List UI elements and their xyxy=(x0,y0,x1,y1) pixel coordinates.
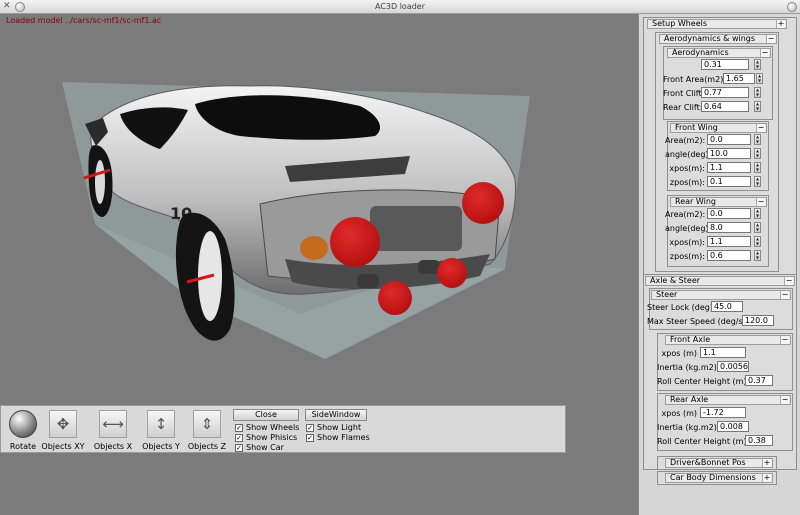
objects-x-tool[interactable]: ⟷ Objects X xyxy=(91,410,135,451)
cx-input[interactable]: 0.31 xyxy=(701,59,749,70)
move-y-icon[interactable]: ↕ xyxy=(147,410,175,438)
aero-marker-sphere xyxy=(330,217,380,267)
rear-clift-input[interactable]: 0.64 xyxy=(701,101,749,112)
show-light-checkbox[interactable]: ✓ Show Light xyxy=(306,423,361,432)
rear-left-rim xyxy=(95,160,105,204)
aero-marker-sphere xyxy=(437,258,467,288)
move-x-icon[interactable]: ⟷ xyxy=(99,410,127,438)
window-title: AC3D loader xyxy=(374,2,426,11)
rear-axle-header[interactable]: Rear Axle − xyxy=(665,395,791,405)
collapse-icon: − xyxy=(760,48,769,57)
collapse-icon: − xyxy=(784,276,793,285)
sidewindow-button[interactable]: SideWindow xyxy=(305,409,367,421)
spinner-icon[interactable]: ▲ ▼ xyxy=(754,176,761,187)
front-clift-input[interactable]: 0.77 xyxy=(701,87,749,98)
collapse-icon: − xyxy=(766,34,775,43)
driver-bonnet-header[interactable]: Driver&Bonnet Pos + xyxy=(665,458,773,468)
tail-light xyxy=(300,236,328,260)
checkbox-box: ✓ xyxy=(235,423,243,432)
rear-axle-roll-center-input[interactable]: 0.38 xyxy=(745,435,773,446)
expand-icon: + xyxy=(762,473,771,482)
move-xy-icon[interactable]: ✥ xyxy=(49,410,77,438)
front-wing-area-input[interactable]: 0.0 xyxy=(707,134,751,145)
collapse-icon: − xyxy=(756,197,765,206)
front-axle-header[interactable]: Front Axle − xyxy=(665,335,791,345)
checkbox-box: ✓ xyxy=(306,423,314,432)
show-car-checkbox[interactable]: ✓ Show Car xyxy=(235,443,284,452)
spinner-icon[interactable]: ▲ ▼ xyxy=(756,73,763,84)
front-axle-roll-center-input[interactable]: 0.37 xyxy=(745,375,773,386)
title-bar: ✕ AC3D loader xyxy=(0,0,800,14)
objects-z-tool[interactable]: ⇕ Objects Z xyxy=(185,410,229,451)
objects-y-tool[interactable]: ↕ Objects Y xyxy=(139,410,183,451)
rear-grille xyxy=(370,206,462,251)
rear-wing-area-input[interactable]: 0.0 xyxy=(707,208,751,219)
spinner-icon[interactable]: ▲ ▼ xyxy=(754,250,761,261)
rotate-ball-icon[interactable] xyxy=(9,410,37,438)
rear-wing-header[interactable]: Rear Wing − xyxy=(670,197,767,207)
spinner-icon[interactable]: ▲ ▼ xyxy=(754,208,761,219)
spinner-icon[interactable]: ▲ ▼ xyxy=(754,87,761,98)
aero-marker-sphere xyxy=(378,281,412,315)
show-wheels-checkbox[interactable]: ✓ Show Wheels xyxy=(235,423,299,432)
expand-icon: + xyxy=(762,458,771,467)
spinner-icon[interactable]: ▲ ▼ xyxy=(754,236,761,247)
front-area-input[interactable]: 1.65 xyxy=(723,73,755,84)
spinner-icon[interactable]: ▲ ▼ xyxy=(754,59,761,70)
spinner-icon[interactable]: ▲ ▼ xyxy=(754,101,761,112)
expand-icon: + xyxy=(776,19,785,28)
setup-panel: Setup Wheels + Aerodynamics & wings − Aero… xyxy=(638,14,800,515)
rear-wing-zpos-input[interactable]: 0.6 xyxy=(707,250,751,261)
front-wing-xpos-input[interactable]: 1.1 xyxy=(707,162,751,173)
objects-xy-tool[interactable]: ✥ Objects XY xyxy=(41,410,85,451)
exhaust-pipe xyxy=(357,274,379,288)
checkbox-box: ✓ xyxy=(306,433,314,442)
max-steer-speed-input[interactable]: 120.0 xyxy=(742,315,774,326)
aero-wings-header[interactable]: Aerodynamics & wings − xyxy=(659,34,777,44)
front-axle-inertia-input[interactable]: 0.0056 xyxy=(717,361,749,372)
collapse-icon: − xyxy=(780,290,789,299)
axle-steer-header[interactable]: Axle & Steer − xyxy=(645,276,795,286)
maximize-window-icon[interactable] xyxy=(787,2,797,12)
car-body-dimensions-header[interactable]: Car Body Dimensions + xyxy=(665,473,773,483)
collapse-icon: − xyxy=(756,123,765,132)
checkbox-box: ✓ xyxy=(235,433,243,442)
close-button[interactable]: Close xyxy=(233,409,299,421)
setup-wheels-header[interactable]: Setup Wheels + xyxy=(647,19,787,29)
spinner-icon[interactable]: ▲ ▼ xyxy=(754,162,761,173)
steer-lock-input[interactable]: 45.0 xyxy=(711,301,743,312)
front-axle-xpos-input[interactable]: 1.1 xyxy=(700,347,746,358)
move-z-icon[interactable]: ⇕ xyxy=(193,410,221,438)
show-flames-checkbox[interactable]: ✓ Show Flames xyxy=(306,433,370,442)
checkbox-box: ✓ xyxy=(235,443,243,452)
collapse-icon: − xyxy=(780,395,789,404)
aerodynamics-header[interactable]: Aerodynamics − xyxy=(667,48,771,58)
status-message: Loaded model ../cars/sc-mf1/sc-mf1.ac xyxy=(6,16,162,25)
front-wing-zpos-input[interactable]: 0.1 xyxy=(707,176,751,187)
tool-palette: Rotate ✥ Objects XY ⟷ Objects X ↕ Object… xyxy=(0,405,566,453)
front-wing-header[interactable]: Front Wing − xyxy=(670,123,767,133)
exhaust-pipe xyxy=(418,260,440,274)
spinner-icon[interactable]: ▲ ▼ xyxy=(754,148,761,159)
collapse-icon: − xyxy=(780,335,789,344)
spinner-icon[interactable]: ▲ ▼ xyxy=(754,222,761,233)
show-phisics-checkbox[interactable]: ✓ Show Phisics xyxy=(235,433,297,442)
rear-axle-xpos-input[interactable]: -1.72 xyxy=(700,407,746,418)
steer-header[interactable]: Steer − xyxy=(651,290,791,300)
rear-wing-xpos-input[interactable]: 1.1 xyxy=(707,236,751,247)
aero-marker-sphere xyxy=(462,182,504,224)
rear-axle-inertia-input[interactable]: 0.008 xyxy=(717,421,749,432)
spinner-icon[interactable]: ▲ ▼ xyxy=(754,134,761,145)
rear-wing-angle-input[interactable]: 8.0 xyxy=(707,222,751,233)
rotate-tool[interactable]: Rotate xyxy=(1,410,45,451)
front-wing-angle-input[interactable]: 10.0 xyxy=(707,148,751,159)
3d-viewport[interactable]: 10 Loaded model ../cars/sc-mf1/sc-mf1.ac… xyxy=(0,14,637,515)
